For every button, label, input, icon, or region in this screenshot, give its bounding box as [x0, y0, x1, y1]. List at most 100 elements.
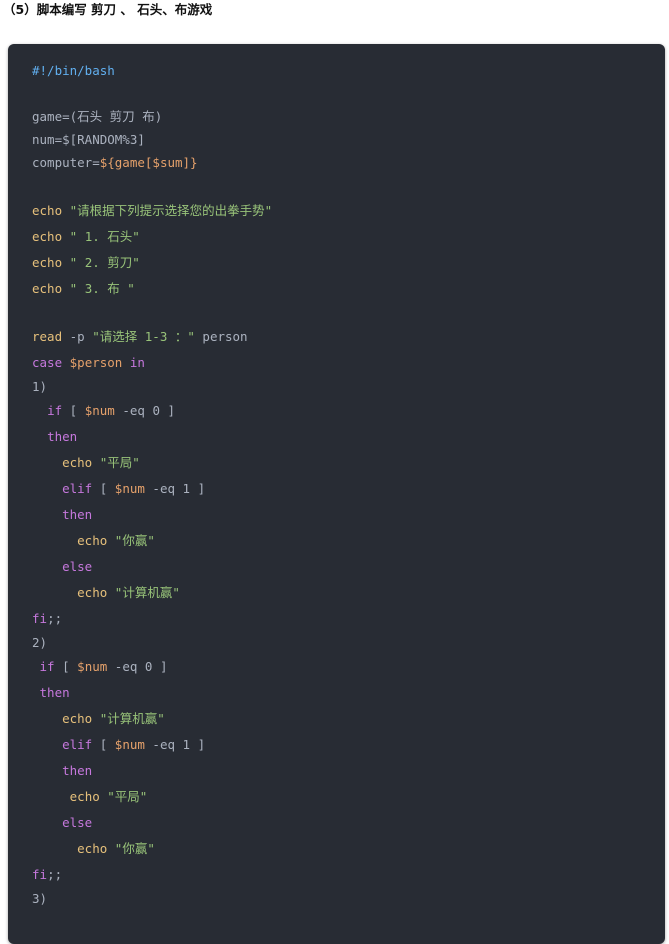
code-line: case $person in: [32, 351, 145, 375]
code-token: [: [92, 481, 115, 496]
code-line: game=(石头 剪刀 布): [32, 105, 162, 129]
code-line: else: [32, 811, 92, 835]
code-line: echo "平局": [32, 785, 148, 809]
code-token: "你赢": [114, 841, 155, 856]
code-token: echo: [77, 841, 108, 856]
code-token: case: [32, 355, 63, 370]
code-line: 3): [32, 887, 47, 911]
code-token: [: [92, 737, 115, 752]
code-line: echo "计算机赢": [32, 581, 180, 605]
code-token: elif: [62, 481, 93, 496]
code-token: "请根据下列提示选择您的出拳手势": [69, 203, 273, 218]
code-token: echo: [77, 585, 108, 600]
code-token: "计算机赢": [114, 585, 180, 600]
code-line: fi;;: [32, 607, 62, 631]
code-line: echo "你赢": [32, 837, 155, 861]
code-line: then: [32, 503, 92, 527]
code-line: echo "计算机赢": [32, 707, 165, 731]
code-token: computer=: [32, 155, 100, 170]
code-line: echo "你赢": [32, 529, 155, 553]
code-token: else: [62, 559, 93, 574]
code-token: 3): [32, 891, 48, 906]
code-token: #!/bin/bash: [32, 63, 115, 78]
code-token: game=(石头 剪刀 布): [32, 109, 163, 124]
code-line: #!/bin/bash: [32, 59, 115, 83]
code-line: read -p "请选择 1-3 ：" person: [32, 325, 248, 349]
code-token: person: [194, 329, 248, 344]
code-token: "计算机赢": [99, 711, 165, 726]
code-line: 1): [32, 375, 47, 399]
code-token: echo: [32, 281, 63, 296]
code-line: then: [32, 759, 92, 783]
code-token: ;;: [47, 867, 63, 882]
code-line: fi;;: [32, 863, 62, 887]
code-line: num=$[RANDOM%3]: [32, 128, 145, 152]
code-line: else: [32, 555, 92, 579]
code-token: $num: [84, 403, 115, 418]
code-token: then: [62, 507, 93, 522]
code-line: echo " 3. 布 ": [32, 277, 135, 301]
code-token: num=$[RANDOM%3]: [32, 132, 145, 147]
code-token: elif: [62, 737, 93, 752]
code-token: echo: [32, 229, 63, 244]
code-token: 2): [32, 635, 48, 650]
code-token: echo: [69, 789, 100, 804]
code-token: echo: [32, 203, 63, 218]
code-token: read: [32, 329, 63, 344]
code-token: $num: [114, 737, 145, 752]
code-token: $num: [77, 659, 108, 674]
code-line: then: [32, 681, 70, 705]
code-token: fi: [32, 611, 48, 626]
code-line: computer=${game[$sum]}: [32, 151, 198, 175]
code-token: echo: [62, 455, 93, 470]
code-token: [: [62, 403, 85, 418]
code-token: $person: [69, 355, 123, 370]
code-token: in: [129, 355, 145, 370]
code-block: #!/bin/bash game=(石头 剪刀 布) num=$[RANDOM%3]…: [8, 44, 665, 944]
code-token: " 1. 石头": [69, 229, 140, 244]
code-line: then: [32, 425, 77, 449]
code-token: if: [39, 659, 55, 674]
code-token: -eq 0 ]: [114, 403, 176, 418]
code-token: "请选择 1-3 ：": [92, 329, 195, 344]
code-token: ;;: [47, 611, 63, 626]
code-token: [: [54, 659, 78, 674]
code-token: then: [39, 685, 70, 700]
code-token: -eq 1 ]: [144, 481, 206, 496]
code-line: if [ $num -eq 0 ]: [32, 655, 168, 679]
code-token: "平局": [107, 789, 148, 804]
code-line: elif [ $num -eq 1 ]: [32, 477, 205, 501]
code-line: echo " 1. 石头": [32, 225, 140, 249]
code-token: 1): [32, 379, 48, 394]
code-line: if [ $num -eq 0 ]: [32, 399, 175, 423]
code-token: echo: [62, 711, 93, 726]
code-line: echo " 2. 剪刀": [32, 251, 140, 275]
code-token: echo: [77, 533, 108, 548]
code-line: 2): [32, 631, 47, 655]
code-token: ${game[$sum]}: [99, 155, 198, 170]
code-token: -eq 0 ]: [107, 659, 168, 674]
code-token: echo: [32, 255, 63, 270]
code-token: $num: [114, 481, 145, 496]
code-line: echo "平局": [32, 451, 140, 475]
